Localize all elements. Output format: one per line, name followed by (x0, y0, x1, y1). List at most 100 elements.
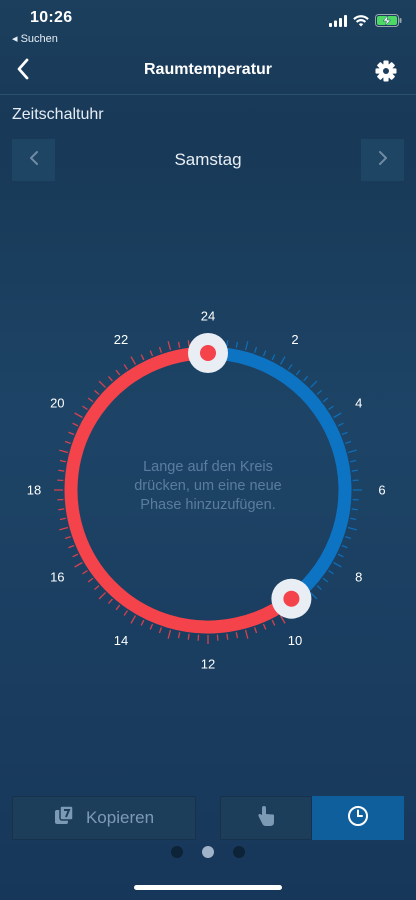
page-indicator (0, 846, 416, 858)
dial-tick (187, 340, 190, 347)
dial-tick (347, 526, 357, 531)
dial-tick (58, 508, 65, 511)
dial-tick (74, 561, 83, 568)
phase-handle[interactable] (271, 578, 312, 619)
status-bar: 10:26 ◂ Suchen (0, 0, 416, 48)
status-back-link[interactable]: ◂ Suchen (12, 32, 58, 45)
section-label: Zeitschaltuhr (12, 106, 104, 123)
home-indicator[interactable] (134, 885, 282, 890)
dial-tick (94, 585, 100, 591)
dial-tick (98, 380, 106, 388)
status-time: 10:26 (30, 9, 73, 26)
dial-tick (226, 340, 229, 347)
dial-tick (158, 346, 163, 353)
dial-tick (177, 632, 181, 639)
dial-tick (68, 544, 75, 549)
dial-tick (350, 459, 357, 463)
handle-dot (200, 345, 216, 361)
dial-tick (350, 517, 357, 521)
signal-icon (329, 14, 347, 32)
dial-tick (333, 561, 342, 568)
dial-tick (115, 369, 121, 376)
hour-label: 20 (50, 396, 64, 411)
dial-tick (244, 341, 249, 351)
dial-tick (107, 376, 113, 382)
dial-tick (64, 440, 71, 445)
dial-tick (64, 535, 71, 540)
clock-mode-button[interactable] (312, 796, 404, 840)
dial-tick (351, 469, 358, 472)
dial-tick (351, 508, 358, 511)
hour-label: 6 (378, 483, 385, 498)
bottom-toolbar: Kopieren (12, 796, 404, 840)
nav-divider (0, 94, 416, 95)
hour-label: 18 (27, 483, 41, 498)
battery-charging-icon (375, 14, 402, 32)
dial-tick (333, 412, 342, 419)
dial-tick (130, 356, 137, 365)
dial-tick (328, 405, 334, 410)
page-dot[interactable] (171, 846, 183, 858)
dial-tick (322, 397, 329, 403)
wifi-icon (353, 14, 369, 32)
dial-tick (235, 341, 239, 348)
dial-tick (295, 369, 301, 376)
dial-tick (123, 364, 128, 370)
dial-tick (310, 592, 318, 600)
dial-tick (59, 517, 66, 521)
dial-tick (347, 449, 357, 454)
gear-icon (372, 60, 400, 89)
dial-tick (74, 412, 83, 419)
page-title: Raumtemperatur (143, 61, 273, 78)
dial-tick (68, 431, 75, 436)
dial-tick (303, 376, 309, 382)
dial-tick (244, 629, 249, 639)
hour-label: 16 (50, 570, 64, 585)
copy-label: Kopieren (85, 808, 155, 827)
dial-tick (235, 632, 239, 639)
dial-tick (226, 633, 229, 640)
copy-button[interactable]: Kopieren (12, 796, 196, 840)
dial-tick (322, 577, 329, 583)
clock-icon (347, 805, 369, 832)
hand-pointer-icon (257, 805, 275, 832)
hour-label: 12 (201, 657, 215, 672)
dial-hint: Lange auf den Kreis drücken, um eine neu… (134, 459, 282, 513)
dial-tick (328, 570, 334, 575)
nav-bar: Raumtemperatur (0, 48, 416, 94)
copy-calendar-icon (54, 804, 76, 832)
dial-tick (253, 346, 258, 353)
touch-mode-button[interactable] (220, 796, 312, 840)
dial-tick (167, 341, 172, 351)
day-selector: Samstag (12, 139, 404, 181)
dial-tick (167, 629, 172, 639)
dial-tick (87, 577, 94, 583)
dial-tick (337, 553, 344, 558)
dial-tick (262, 623, 267, 630)
schedule-dial[interactable]: 24 2 4 6 8 10 12 14 16 18 20 22 Lange auf den Kreis… (0, 290, 416, 690)
next-day-button[interactable] (361, 139, 404, 181)
hour-label: 24 (201, 309, 215, 324)
phase-handle[interactable] (188, 333, 228, 373)
dial-tick (107, 598, 113, 604)
dial-tick (59, 449, 69, 454)
page-dot[interactable] (202, 846, 214, 858)
dial-tick (288, 364, 293, 370)
dial-tick (271, 619, 276, 626)
dial-tick (253, 627, 258, 634)
dial-tick (82, 570, 88, 575)
dial-tick (345, 535, 352, 540)
dial-tick (59, 459, 66, 463)
dial-tick (98, 592, 106, 600)
dial-tick (341, 544, 348, 549)
dial-tick (187, 633, 190, 640)
dial-tick (140, 619, 145, 626)
page-dot[interactable] (233, 846, 245, 858)
hour-label: 14 (114, 633, 128, 648)
settings-button[interactable] (372, 57, 400, 85)
hour-label: 2 (291, 332, 298, 347)
dial-tick (140, 354, 145, 361)
hour-label: 4 (355, 396, 362, 411)
dial-tick (94, 389, 100, 395)
dial-tick (87, 397, 94, 403)
